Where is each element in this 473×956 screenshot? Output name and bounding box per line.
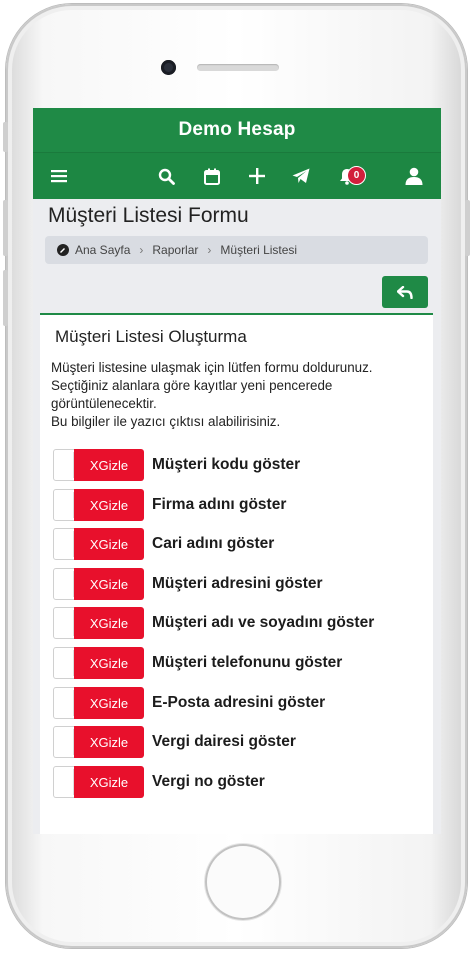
toggle-label: XGizle	[74, 489, 144, 521]
breadcrumb: Ana Sayfa › Raporlar › Müşteri Listesi	[45, 236, 428, 264]
send-icon[interactable]	[286, 153, 316, 199]
show-hide-toggle[interactable]: XGizle	[53, 568, 144, 600]
option-row: XGizle Müşteri adresini göster	[53, 568, 323, 600]
option-label: Müşteri adı ve soyadını göster	[152, 614, 375, 631]
form-card: Müşteri Listesi Oluşturma Müşteri listes…	[40, 313, 433, 834]
user-icon[interactable]	[399, 153, 429, 199]
option-row: XGizle Cari adını göster	[53, 528, 274, 560]
toggle-label: XGizle	[74, 766, 144, 798]
calendar-icon[interactable]	[197, 153, 227, 199]
option-label: Müşteri kodu göster	[152, 456, 301, 473]
menu-icon[interactable]	[44, 153, 74, 199]
option-label: Vergi no göster	[152, 773, 265, 790]
volume-down-button	[3, 270, 8, 326]
bell-icon[interactable]: 0	[332, 153, 366, 199]
earpiece-speaker	[197, 64, 279, 71]
option-row: XGizle Vergi no göster	[53, 766, 265, 798]
option-label: Vergi dairesi göster	[152, 733, 296, 750]
page-title: Müşteri Listesi Formu	[48, 204, 249, 227]
notification-badge: 0	[347, 166, 366, 185]
show-hide-toggle[interactable]: XGizle	[53, 687, 144, 719]
toggle-label: XGizle	[74, 726, 144, 758]
breadcrumb-separator: ›	[207, 243, 212, 257]
app-title: Demo Hesap	[178, 119, 296, 140]
show-hide-toggle[interactable]: XGizle	[53, 449, 144, 481]
toggle-label: XGizle	[74, 528, 144, 560]
screen: Demo Hesap 0 Müşteri Listesi Formu Ana S…	[33, 108, 441, 834]
mute-switch	[3, 122, 8, 152]
toggle-label: XGizle	[74, 647, 144, 679]
show-hide-toggle[interactable]: XGizle	[53, 766, 144, 798]
back-button[interactable]	[382, 276, 428, 308]
option-label: Firma adını göster	[152, 496, 287, 513]
option-label: Cari adını göster	[152, 535, 275, 552]
home-button[interactable]	[205, 844, 281, 920]
show-hide-toggle[interactable]: XGizle	[53, 489, 144, 521]
option-row: XGizle Müşteri telefonunu göster	[53, 647, 342, 679]
toggle-label: XGizle	[74, 607, 144, 639]
breadcrumb-current: Müşteri Listesi	[220, 243, 298, 257]
show-hide-toggle[interactable]: XGizle	[53, 726, 144, 758]
breadcrumb-reports[interactable]: Raporlar	[152, 243, 198, 257]
option-row: XGizle E-Posta adresini göster	[53, 687, 325, 719]
app-bar: Demo Hesap	[33, 108, 441, 152]
option-row: XGizle Firma adını göster	[53, 489, 286, 521]
intro-line: Müşteri listesine ulaşmak için lütfen fo…	[51, 360, 373, 375]
option-row: XGizle Vergi dairesi göster	[53, 726, 296, 758]
search-icon[interactable]	[151, 153, 181, 199]
volume-up-button	[3, 200, 8, 256]
front-camera	[161, 60, 176, 75]
show-hide-toggle[interactable]: XGizle	[53, 528, 144, 560]
option-row: XGizle Müşteri adı ve soyadını göster	[53, 607, 374, 639]
show-hide-toggle[interactable]: XGizle	[53, 647, 144, 679]
intro-text: Müşteri listesine ulaşmak için lütfen fo…	[51, 359, 426, 431]
breadcrumb-separator: ›	[139, 243, 144, 257]
power-button	[465, 200, 470, 256]
toggle-label: XGizle	[74, 449, 144, 481]
intro-line: Bu bilgiler ile yazıcı çıktısı alabiliri…	[51, 414, 281, 429]
card-title: Müşteri Listesi Oluşturma	[55, 327, 247, 346]
intro-line: Seçtiğiniz alanlara göre kayıtlar yeni p…	[51, 378, 333, 393]
undo-arrow-icon	[397, 285, 413, 299]
toggle-label: XGizle	[74, 687, 144, 719]
plus-icon[interactable]	[242, 153, 272, 199]
dashboard-icon	[57, 244, 69, 256]
option-label: E-Posta adresini göster	[152, 694, 326, 711]
intro-line: görüntülenecektir.	[51, 396, 157, 411]
show-hide-toggle[interactable]: XGizle	[53, 607, 144, 639]
breadcrumb-home[interactable]: Ana Sayfa	[75, 243, 130, 257]
option-label: Müşteri telefonunu göster	[152, 654, 343, 671]
option-row: XGizle Müşteri kodu göster	[53, 449, 300, 481]
toolbar: 0	[33, 152, 441, 199]
toggle-label: XGizle	[74, 568, 144, 600]
option-label: Müşteri adresini göster	[152, 575, 323, 592]
